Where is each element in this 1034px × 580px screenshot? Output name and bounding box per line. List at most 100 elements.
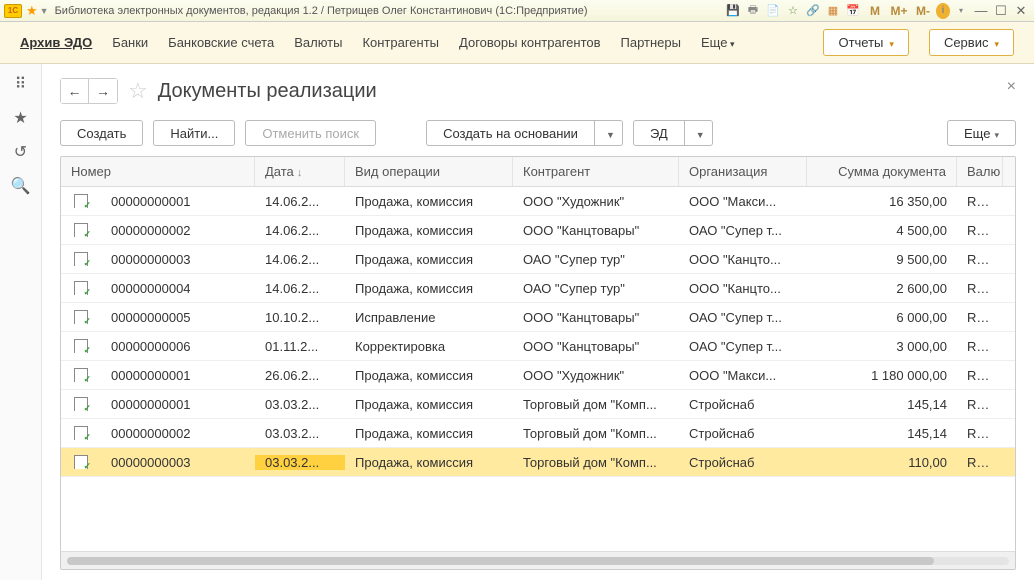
table-row[interactable]: 0000000000103.03.2...Продажа, комиссияТо… [61,390,1015,419]
content-area: × ← → ☆ Документы реализации Создать Най… [42,64,1034,580]
row-status-icon [61,223,101,237]
cell-currency: RUB [957,397,1003,412]
row-status-icon [61,368,101,382]
cell-operation: Продажа, комиссия [345,426,513,441]
cell-org: ООО "Макси... [679,368,807,383]
star-icon[interactable]: ★ [13,108,27,128]
cell-date: 14.06.2... [255,252,345,267]
table-row[interactable]: 0000000000203.03.2...Продажа, комиссияТо… [61,419,1015,448]
table-row[interactable]: 0000000000314.06.2...Продажа, комиссияОА… [61,245,1015,274]
cell-operation: Корректировка [345,339,513,354]
col-date[interactable]: Дата [255,157,345,186]
favorite-page-icon[interactable]: ☆ [128,78,148,104]
col-contractor[interactable]: Контрагент [513,157,679,186]
m-button[interactable]: M [864,3,886,19]
cell-operation: Продажа, комиссия [345,252,513,267]
more-button[interactable]: Еще▾ [947,120,1016,146]
col-operation[interactable]: Вид операции [345,157,513,186]
find-button[interactable]: Найти... [153,120,235,146]
save-icon[interactable]: 💾 [724,3,742,19]
print-icon[interactable]: 🖶 [744,3,762,19]
cell-contractor: ОАО "Супер тур" [513,252,679,267]
cell-date: 03.03.2... [255,426,345,441]
cell-sum: 145,14 [807,397,957,412]
table-row[interactable]: 0000000000214.06.2...Продажа, комиссияОО… [61,216,1015,245]
cell-currency: RUB [957,252,1003,267]
cell-org: Стройснаб [679,455,807,470]
create-based-button[interactable]: Создать на основании [426,120,595,146]
info-dropdown-icon[interactable]: ▾ [952,3,970,19]
table-row[interactable]: 0000000000510.10.2...ИсправлениеООО "Кан… [61,303,1015,332]
table-row[interactable]: 0000000000114.06.2...Продажа, комиссияОО… [61,187,1015,216]
page-title: Документы реализации [158,80,377,103]
cell-number: 00000000001 [101,194,255,209]
favorite-add-icon[interactable]: ☆ [784,3,802,19]
cell-currency: RUB [957,223,1003,238]
nav-forward-button[interactable]: → [89,79,117,103]
cell-number: 00000000006 [101,339,255,354]
maximize-icon[interactable]: ☐ [992,3,1010,19]
nav-bank-accounts[interactable]: Банковские счета [168,35,274,50]
cell-operation: Продажа, комиссия [345,368,513,383]
col-number[interactable]: Номер [61,157,255,186]
table-row[interactable]: 0000000000303.03.2...Продажа, комиссияТо… [61,448,1015,477]
history-icon[interactable]: ↺ [14,142,27,162]
ed-button[interactable]: ЭД [633,120,685,146]
service-button[interactable]: Сервис▾ [929,29,1014,56]
col-currency[interactable]: Валю [957,157,1003,186]
col-org[interactable]: Организация [679,157,807,186]
favorites-icon[interactable]: ★ [26,3,38,19]
cell-sum: 16 350,00 [807,194,957,209]
cell-currency: RUB [957,455,1003,470]
cell-org: ООО "Макси... [679,194,807,209]
nav-contracts[interactable]: Договоры контрагентов [459,35,601,50]
cell-contractor: ООО "Художник" [513,368,679,383]
info-icon[interactable]: i [936,3,950,19]
nav-more[interactable]: Еще [701,35,734,50]
ed-dropdown[interactable]: ▼ [685,120,713,146]
nav-archive[interactable]: Архив ЭДО [20,35,92,50]
cell-number: 00000000005 [101,310,255,325]
main-navbar: Архив ЭДО Банки Банковские счета Валюты … [0,22,1034,64]
table-row[interactable]: 0000000000601.11.2...КорректировкаООО "К… [61,332,1015,361]
nav-banks[interactable]: Банки [112,35,148,50]
cell-org: ООО "Канцто... [679,281,807,296]
create-based-dropdown[interactable]: ▼ [595,120,623,146]
nav-back-button[interactable]: ← [61,79,89,103]
titlebar-dropdown-icon[interactable]: ▼ [40,6,49,16]
cell-date: 01.11.2... [255,339,345,354]
horizontal-scrollbar[interactable] [61,551,1015,569]
cell-contractor: Торговый дом "Комп... [513,426,679,441]
cell-date: 14.06.2... [255,281,345,296]
m-plus-button[interactable]: M+ [888,3,910,19]
apps-icon[interactable]: ⠿ [15,74,27,94]
row-status-icon [61,426,101,440]
create-button[interactable]: Создать [60,120,143,146]
reports-button[interactable]: Отчеты▾ [823,29,908,56]
cell-contractor: ООО "Канцтовары" [513,339,679,354]
nav-currencies[interactable]: Валюты [294,35,342,50]
cell-currency: RUB [957,368,1003,383]
toolbar: Создать Найти... Отменить поиск Создать … [60,120,1016,146]
table-row[interactable]: 0000000000414.06.2...Продажа, комиссияОА… [61,274,1015,303]
cell-sum: 110,00 [807,455,957,470]
link-icon[interactable]: 🔗 [804,3,822,19]
nav-contractors[interactable]: Контрагенты [362,35,439,50]
cell-operation: Продажа, комиссия [345,281,513,296]
cell-org: ООО "Канцто... [679,252,807,267]
app-logo-icon: 1C [4,4,22,18]
calc-icon[interactable]: ▦ [824,3,842,19]
table-row[interactable]: 0000000000126.06.2...Продажа, комиссияОО… [61,361,1015,390]
m-minus-button[interactable]: M- [912,3,934,19]
documents-table: Номер Дата Вид операции Контрагент Орган… [60,156,1016,570]
doc-icon[interactable]: 📄 [764,3,782,19]
nav-partners[interactable]: Партнеры [621,35,681,50]
calendar-icon[interactable]: 📅 [844,3,862,19]
col-sum[interactable]: Сумма документа [807,157,957,186]
close-icon[interactable]: ✕ [1012,3,1030,19]
search-icon[interactable]: 🔍 [11,176,31,196]
cell-date: 14.06.2... [255,223,345,238]
minimize-icon[interactable]: — [972,3,990,19]
cell-number: 00000000003 [101,252,255,267]
close-page-icon[interactable]: × [1007,78,1016,96]
